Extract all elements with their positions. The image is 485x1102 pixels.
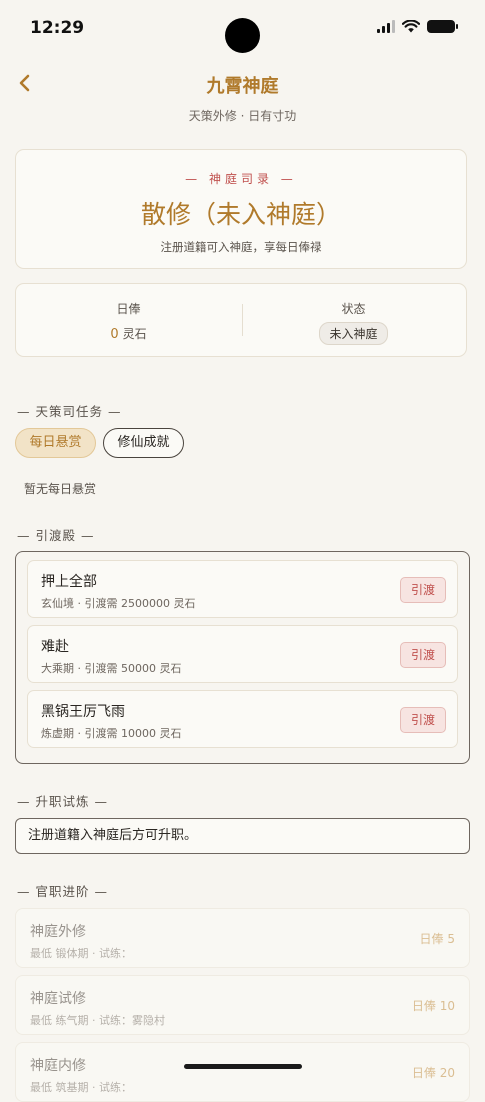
yindu-name: 黑锅王厉飞雨 xyxy=(41,704,125,720)
promotion-notice: 注册道籍入神庭后方可升职。 xyxy=(15,818,470,854)
yindu-section-title: — 引渡殿 — xyxy=(17,528,95,543)
list-item: 黑锅王厉飞雨 炼虚期 · 引渡需 10000 灵石 引渡 xyxy=(27,690,458,748)
rank-meta: 最低 练气期 · 试练：雾隐村 xyxy=(30,1014,165,1027)
tasks-section-title: — 天策司任务 — xyxy=(17,404,122,419)
page-subtitle: 天策外修 · 日有寸功 xyxy=(188,109,297,123)
status-label: 状态 xyxy=(341,302,366,316)
wifi-icon xyxy=(402,20,420,33)
salary-value-row: 0 灵石 xyxy=(16,325,241,342)
status-badge: 未入神庭 xyxy=(319,322,388,345)
salary-label: 日俸 xyxy=(116,302,141,316)
yindu-meta: 玄仙境 · 引渡需 2500000 灵石 xyxy=(41,597,196,610)
camera-cutout xyxy=(225,18,260,53)
yindu-button[interactable]: 引渡 xyxy=(400,707,446,733)
rank-salary: 日俸 10 xyxy=(411,999,455,1013)
tab-achievements[interactable]: 修仙成就 xyxy=(103,428,184,458)
salary-stat: 日俸 0 灵石 xyxy=(16,284,241,356)
ranks-section-title: — 官职进阶 — xyxy=(17,884,108,899)
yindu-button[interactable]: 引渡 xyxy=(400,642,446,668)
page-header: 九霄神庭 天策外修 · 日有寸功 xyxy=(0,60,485,140)
list-item: 押上全部 玄仙境 · 引渡需 2500000 灵石 引渡 xyxy=(27,560,458,618)
registry-card: — 神庭司录 — 散修（未入神庭） 注册道籍可入神庭，享每日俸禄 xyxy=(15,149,467,269)
rank-name: 神庭内修 xyxy=(30,1058,86,1074)
rank-meta: 最低 锻体期 · 试练： xyxy=(30,947,132,960)
salary-value: 0 xyxy=(110,327,119,342)
yindu-meta: 大乘期 · 引渡需 50000 灵石 xyxy=(41,662,182,675)
status-time: 12:29 xyxy=(30,18,85,38)
rank-salary: 日俸 5 xyxy=(419,932,455,946)
yindu-button[interactable]: 引渡 xyxy=(400,577,446,603)
registry-description: 注册道籍可入神庭，享每日俸禄 xyxy=(160,240,322,254)
status-bar: 12:29 xyxy=(0,0,485,56)
rank-name: 神庭试修 xyxy=(30,991,86,1007)
home-indicator[interactable] xyxy=(184,1064,302,1069)
empty-bounty-text: 暂无每日悬赏 xyxy=(24,482,97,496)
salary-unit: 灵石 xyxy=(122,327,147,341)
page-title: 九霄神庭 xyxy=(206,76,279,97)
rank-name: 神庭外修 xyxy=(30,924,86,940)
yindu-name: 押上全部 xyxy=(41,574,97,590)
stats-card: 日俸 0 灵石 状态 未入神庭 xyxy=(15,283,467,357)
cellular-signal-icon xyxy=(377,20,395,33)
registry-tag: — 神庭司录 — xyxy=(185,172,297,186)
battery-icon xyxy=(427,20,458,33)
rank-title: 散修（未入神庭） xyxy=(140,200,341,229)
rank-salary: 日俸 20 xyxy=(411,1066,455,1080)
yindu-list: 押上全部 玄仙境 · 引渡需 2500000 灵石 引渡 难赴 大乘期 · 引渡… xyxy=(15,551,470,764)
system-icons xyxy=(377,20,458,33)
rank-meta: 最低 筑基期 · 试练： xyxy=(30,1081,132,1094)
status-stat: 状态 未入神庭 xyxy=(241,284,466,356)
tab-daily-bounty[interactable]: 每日悬赏 xyxy=(15,428,96,458)
list-item: 难赴 大乘期 · 引渡需 50000 灵石 引渡 xyxy=(27,625,458,683)
yindu-meta: 炼虚期 · 引渡需 10000 灵石 xyxy=(41,727,182,740)
list-item: 神庭外修 最低 锻体期 · 试练： 日俸 5 xyxy=(15,908,470,968)
list-item: 神庭试修 最低 练气期 · 试练：雾隐村 日俸 10 xyxy=(15,975,470,1035)
promotion-section-title: — 升职试炼 — xyxy=(17,794,108,809)
list-item: 神庭内修 最低 筑基期 · 试练： 日俸 20 xyxy=(15,1042,470,1102)
yindu-name: 难赴 xyxy=(41,639,69,655)
